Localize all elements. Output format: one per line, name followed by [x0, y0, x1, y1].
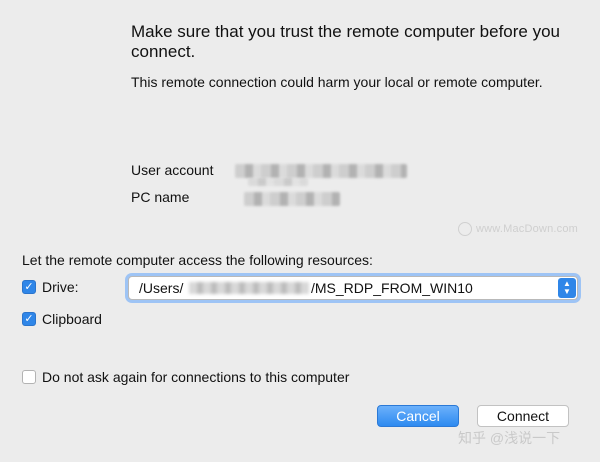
dont-ask-option: Do not ask again for connections to this…: [22, 369, 349, 385]
clipboard-checkbox[interactable]: ✓: [22, 312, 36, 326]
connect-button[interactable]: Connect: [477, 405, 569, 427]
cancel-button[interactable]: Cancel: [377, 405, 459, 427]
path-suffix: /MS_RDP_FROM_WIN10: [311, 280, 473, 296]
user-account-value-redacted-line2: [248, 178, 308, 186]
user-account-value-redacted: [235, 164, 407, 178]
pc-name-label: PC name: [131, 189, 190, 205]
path-redacted: [189, 282, 309, 294]
watermark-logo-icon: [458, 222, 472, 236]
dialog-heading: Make sure that you trust the remote comp…: [131, 22, 560, 61]
path-prefix: /Users/: [139, 280, 184, 296]
drive-option: ✓ Drive:: [22, 279, 79, 295]
watermark-text: www.MacDown.com: [476, 222, 579, 235]
user-account-label: User account: [131, 162, 214, 178]
resources-label: Let the remote computer access the follo…: [22, 252, 373, 268]
drive-path-select[interactable]: /Users/ /MS_RDP_FROM_WIN10 ▲ ▼: [128, 276, 578, 300]
clipboard-label: Clipboard: [42, 311, 102, 327]
pc-name-value-redacted: [244, 192, 340, 206]
drive-checkbox[interactable]: ✓: [22, 280, 36, 294]
footer-watermark: 知乎 @浅说一下: [458, 430, 561, 446]
dialog-warning-text: This remote connection could harm your l…: [131, 74, 543, 90]
select-stepper-icon[interactable]: ▲ ▼: [558, 278, 576, 298]
dont-ask-checkbox[interactable]: [22, 370, 36, 384]
watermark: www.MacDown.com: [458, 222, 578, 236]
clipboard-option: ✓ Clipboard: [22, 311, 102, 327]
drive-label: Drive:: [42, 279, 79, 295]
dont-ask-label: Do not ask again for connections to this…: [42, 369, 350, 385]
rdp-trust-dialog: Make sure that you trust the remote comp…: [0, 0, 600, 462]
